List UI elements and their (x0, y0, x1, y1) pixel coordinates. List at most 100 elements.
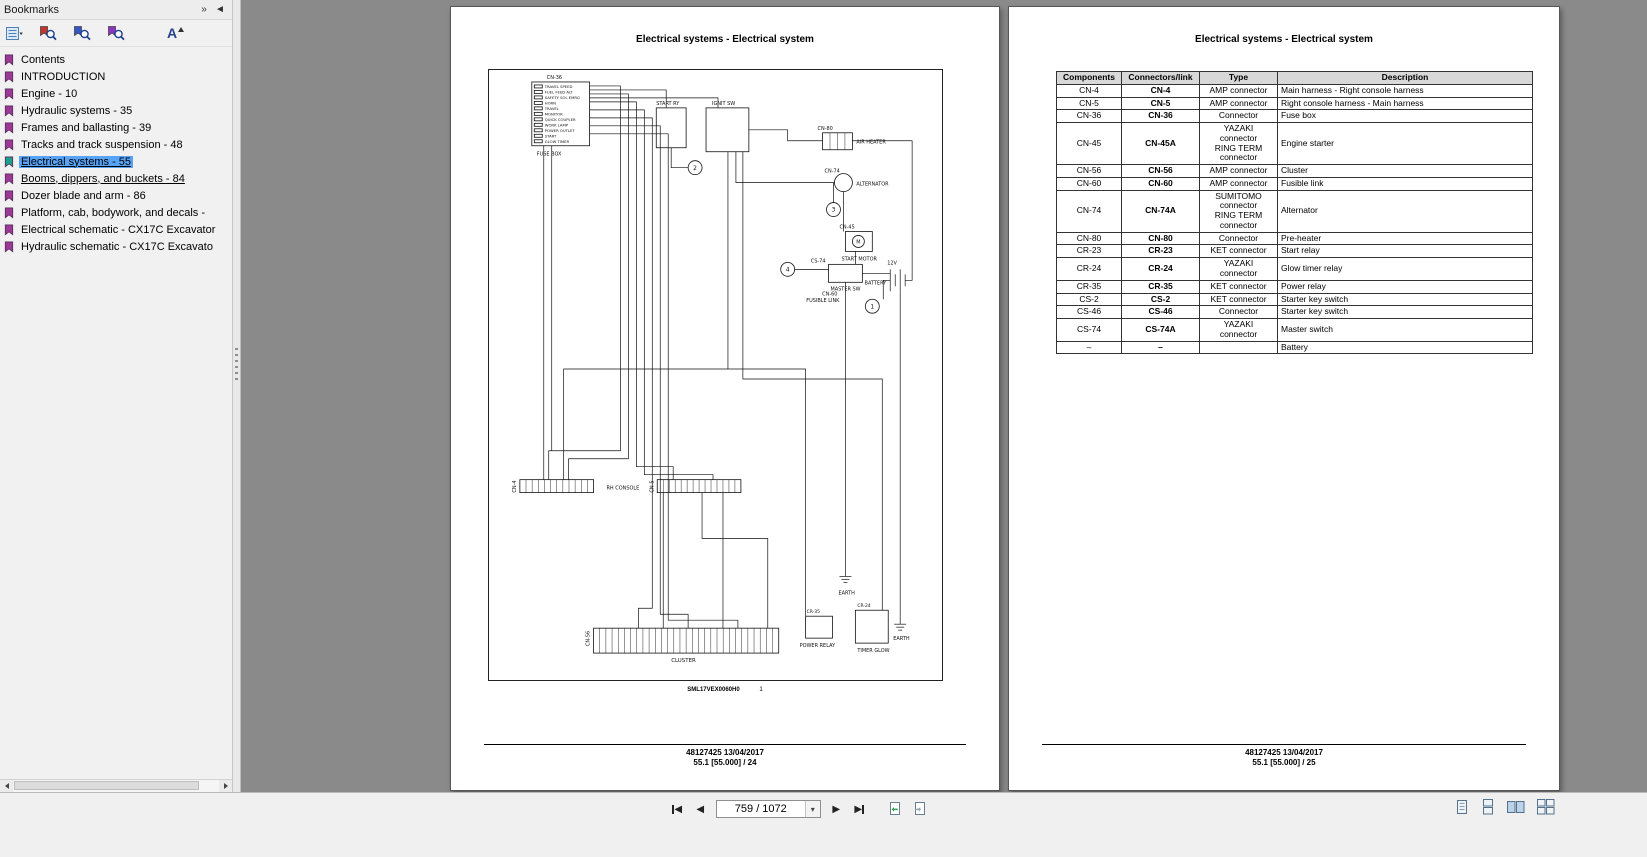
figure-code: SML17VEX0060H0 (687, 687, 739, 693)
bookmark-flag-icon (3, 240, 16, 253)
page-ref: 55.1 [55.000] / 25 (1042, 758, 1526, 768)
figure-number: 1 (759, 687, 762, 693)
dropdown-caret-icon: ▾ (811, 805, 815, 814)
bookmark-magnifier-red-icon (39, 25, 57, 41)
page-layout-buttons (1455, 799, 1555, 815)
svg-text:12V: 12V (887, 260, 897, 266)
last-page-button[interactable]: ▶ (852, 800, 867, 818)
bookmark-flag-icon (3, 189, 16, 202)
cell-type: AMP connector (1200, 84, 1278, 97)
cell-connector: CR-23 (1122, 245, 1200, 258)
page-title: Electrical systems - Electrical system (1009, 34, 1559, 45)
bookmark-item[interactable]: Booms, dippers, and buckets - 84 (0, 170, 232, 187)
previous-view-button[interactable] (887, 801, 903, 817)
bookmark-item[interactable]: Hydraulic schematic - CX17C Excavato (0, 238, 232, 255)
svg-text:GLOW TIMER: GLOW TIMER (545, 139, 570, 144)
bookmark-item[interactable]: Platform, cab, bodywork, and decals - (0, 204, 232, 221)
pdf-viewer-window: Bookmarks » ◄ (0, 0, 1647, 857)
bookmark-item[interactable]: Engine - 10 (0, 85, 232, 102)
svg-text:FUSE BOX: FUSE BOX (537, 152, 562, 158)
bookmark-label: Electrical systems - 55 (19, 156, 133, 168)
panel-splitter[interactable] (233, 0, 241, 792)
page-number-input[interactable] (717, 801, 805, 817)
panel-menu-chevrons-icon[interactable]: » (196, 4, 212, 15)
cell-type: YAZAKI connector RING TERM connector (1200, 123, 1278, 165)
bookmark-magnifier-red-button[interactable] (38, 24, 58, 42)
bookmark-item[interactable]: Dozer blade and arm - 86 (0, 187, 232, 204)
svg-text:CN-36: CN-36 (547, 75, 562, 81)
svg-text:BATTERY: BATTERY (865, 280, 888, 286)
page-right: Electrical systems - Electrical system C… (1008, 6, 1560, 791)
text-size-button[interactable]: A (166, 25, 185, 41)
table-row: CS-74 CS-74A YAZAKI connector Master swi… (1057, 319, 1533, 342)
svg-text:START MOTOR: START MOTOR (841, 256, 877, 262)
svg-text:QUICK COUPLER: QUICK COUPLER (545, 117, 576, 122)
previous-page-button[interactable]: ◀ (693, 800, 708, 818)
cell-type: Connector (1200, 110, 1278, 123)
cell-component: CN-80 (1057, 232, 1122, 245)
cell-description: Power relay (1278, 280, 1533, 293)
text-size-label: A (167, 26, 177, 40)
bookmark-item[interactable]: Tracks and track suspension - 48 (0, 136, 232, 153)
wiring-diagram: M2341CN-36TRAVEL SPEEDFUEL FEED ALTSAFET… (488, 69, 943, 681)
cell-description: Starter key switch (1278, 293, 1533, 306)
two-page-view-button[interactable] (1507, 799, 1525, 815)
svg-text:CN-5: CN-5 (649, 480, 655, 492)
svg-text:4: 4 (786, 267, 790, 274)
scroll-right-button[interactable] (219, 780, 232, 792)
bookmark-magnifier-purple-button[interactable] (106, 24, 126, 42)
bookmark-list: Contents INTRODUCTION (0, 47, 232, 779)
cell-component: CR-23 (1057, 245, 1122, 258)
table-row: CS-46 CS-46 Connector Starter key switch (1057, 306, 1533, 319)
table-row: CN-36 CN-36 Connector Fuse box (1057, 110, 1533, 123)
single-page-view-button[interactable] (1455, 799, 1469, 815)
cell-type: YAZAKI connector (1200, 319, 1278, 342)
bookmark-flag-icon (3, 121, 16, 134)
bookmark-item[interactable]: Contents (0, 51, 232, 68)
doc-code: 48127425 13/04/2017 (484, 748, 966, 758)
svg-text:SAFETY SOL EMRG: SAFETY SOL EMRG (545, 95, 580, 100)
page-dropdown-button[interactable]: ▾ (805, 801, 820, 817)
bookmark-label: Contents (19, 54, 67, 66)
first-page-button[interactable]: ◀ (670, 800, 685, 818)
scrollbar-thumb[interactable] (14, 781, 199, 790)
cell-type: Connector (1200, 232, 1278, 245)
two-page-continuous-view-button[interactable] (1537, 799, 1555, 815)
svg-text:CS-74: CS-74 (811, 258, 826, 264)
cell-component: CS-74 (1057, 319, 1122, 342)
svg-text:1: 1 (870, 303, 874, 310)
bookmark-item[interactable]: Electrical schematic - CX17C Excavator (0, 221, 232, 238)
sidebar-horizontal-scrollbar[interactable] (0, 779, 232, 792)
bookmark-item[interactable]: Electrical systems - 55 (0, 153, 232, 170)
table-row: CN-56 CN-56 AMP connector Cluster (1057, 165, 1533, 178)
scroll-left-icon (5, 783, 9, 789)
bookmark-magnifier-blue-button[interactable] (72, 24, 92, 42)
cell-description: Right console harness - Main harness (1278, 97, 1533, 110)
next-page-button[interactable]: ▶ (829, 800, 844, 818)
cell-component: CN-60 (1057, 177, 1122, 190)
svg-text:MONITOR: MONITOR (545, 111, 563, 116)
cell-connector: CS-46 (1122, 306, 1200, 319)
cell-description: Starter key switch (1278, 306, 1533, 319)
next-view-button[interactable] (912, 801, 928, 817)
cell-type: KET connector (1200, 245, 1278, 258)
scroll-left-button[interactable] (0, 780, 13, 792)
splitter-grip-icon (235, 348, 238, 384)
cell-type: Connector (1200, 306, 1278, 319)
page-number-box: ▾ (716, 800, 821, 818)
bookmark-label: Frames and ballasting - 39 (19, 122, 153, 134)
bookmark-item[interactable]: INTRODUCTION (0, 68, 232, 85)
options-menu-icon (6, 26, 23, 41)
bookmark-item[interactable]: Hydraulic systems - 35 (0, 102, 232, 119)
cell-type: KET connector (1200, 293, 1278, 306)
continuous-view-button[interactable] (1481, 799, 1495, 815)
svg-text:CN-45: CN-45 (839, 224, 854, 230)
page-left: Electrical systems - Electrical system M… (450, 6, 1000, 791)
bookmark-item[interactable]: Frames and ballasting - 39 (0, 119, 232, 136)
collapse-panel-icon[interactable]: ◄ (212, 4, 228, 15)
svg-text:CN-60: CN-60 (822, 291, 837, 297)
svg-text:FUSIBLE LINK: FUSIBLE LINK (806, 298, 840, 304)
cell-component: CN-4 (1057, 84, 1122, 97)
bookmarks-options-button[interactable] (5, 25, 24, 42)
scrollbar-track[interactable] (13, 780, 219, 792)
